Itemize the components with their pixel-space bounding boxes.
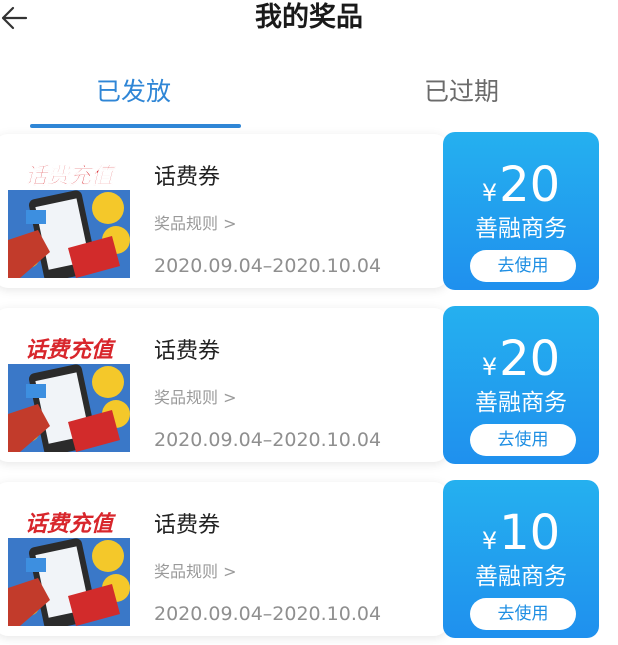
coupon-image: 话费充值 bbox=[8, 156, 130, 278]
coupon-value-panel: ¥10 善融商务 去使用 bbox=[443, 480, 599, 638]
coupon-name: 话费券 bbox=[154, 339, 221, 364]
coupon-card: 话费充值 话费券 奖品规则 > 2020.09.04–2020.10.04 ¥2… bbox=[0, 130, 618, 290]
currency-symbol: ¥ bbox=[481, 179, 498, 207]
validity-dates: 2020.09.04–2020.10.04 bbox=[154, 255, 382, 277]
coupon-value-panel: ¥20 善融商务 去使用 bbox=[443, 132, 599, 290]
tab-issued[interactable]: 已发放 bbox=[96, 72, 171, 112]
coupon-name: 话费券 bbox=[154, 513, 221, 538]
tab-expired[interactable]: 已过期 bbox=[424, 72, 499, 112]
merchant-name: 善融商务 bbox=[475, 390, 567, 416]
amount-value: 20 bbox=[499, 331, 561, 387]
coupon-image: 话费充值 bbox=[8, 330, 130, 452]
tab-bar: 已发放 已过期 bbox=[0, 66, 618, 130]
coupon-card: 话费充值 话费券 奖品规则 > 2020.09.04–2020.10.04 ¥1… bbox=[0, 478, 618, 638]
coupon-info-panel: 话费充值 话费券 奖品规则 > 2020.09.04–2020.10.04 bbox=[0, 134, 448, 288]
amount-value: 20 bbox=[499, 157, 561, 213]
header-bar: 我的奖品 bbox=[0, 0, 618, 42]
coupon-image-text: 话费充值 bbox=[25, 511, 116, 537]
coupon-info-panel: 话费充值 话费券 奖品规则 > 2020.09.04–2020.10.04 bbox=[0, 308, 448, 462]
page-title: 我的奖品 bbox=[255, 2, 363, 33]
currency-symbol: ¥ bbox=[481, 527, 498, 555]
merchant-name: 善融商务 bbox=[475, 564, 567, 590]
validity-dates: 2020.09.04–2020.10.04 bbox=[154, 603, 382, 625]
coupon-card: 话费充值 话费券 奖品规则 > 2020.09.04–2020.10.04 ¥2… bbox=[0, 304, 618, 464]
prize-rules-link[interactable]: 奖品规则 > bbox=[154, 560, 237, 584]
use-button[interactable]: 去使用 bbox=[470, 250, 576, 282]
coupon-name: 话费券 bbox=[154, 165, 221, 190]
coupon-info-panel: 话费充值 话费券 奖品规则 > 2020.09.04–2020.10.04 bbox=[0, 482, 448, 636]
active-tab-indicator bbox=[30, 124, 241, 128]
coupon-image: 话费充值 bbox=[8, 504, 130, 626]
coupon-image-text: 话费充值 bbox=[25, 337, 116, 363]
amount-value: 10 bbox=[499, 505, 561, 561]
prize-rules-link[interactable]: 奖品规则 > bbox=[154, 386, 237, 410]
currency-symbol: ¥ bbox=[481, 353, 498, 381]
use-button[interactable]: 去使用 bbox=[470, 598, 576, 630]
coupon-image-text: 话费充值 bbox=[25, 163, 116, 189]
validity-dates: 2020.09.04–2020.10.04 bbox=[154, 429, 382, 451]
merchant-name: 善融商务 bbox=[475, 216, 567, 242]
use-button[interactable]: 去使用 bbox=[470, 424, 576, 456]
coupon-value-panel: ¥20 善融商务 去使用 bbox=[443, 306, 599, 464]
prize-rules-link[interactable]: 奖品规则 > bbox=[154, 212, 237, 236]
